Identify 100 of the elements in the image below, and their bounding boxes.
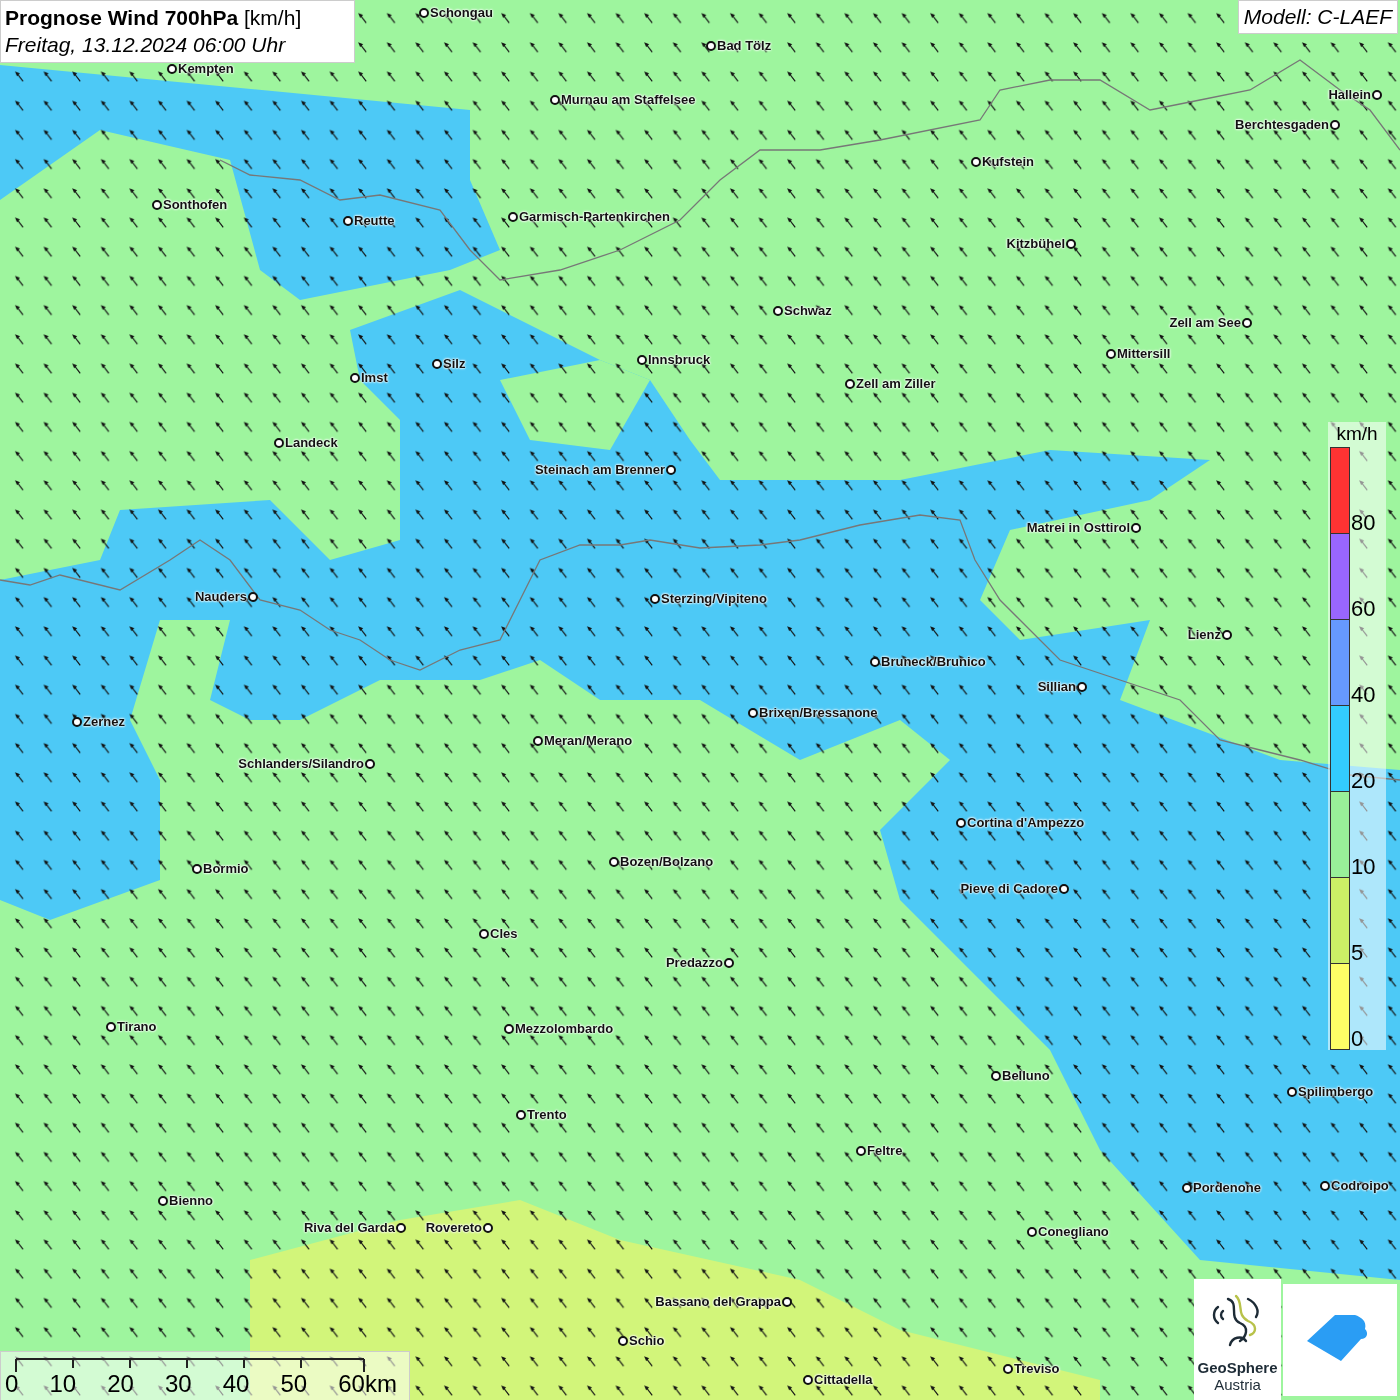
city-marker-icon bbox=[192, 863, 202, 874]
city-marker-icon bbox=[724, 957, 734, 968]
city-label: Spilimbergo bbox=[1298, 1084, 1374, 1099]
city-label: Berchtesgaden bbox=[1235, 117, 1329, 132]
city-label: Kufstein bbox=[982, 154, 1034, 169]
city-marker-icon bbox=[1027, 1226, 1037, 1237]
city-marker-icon bbox=[773, 305, 783, 316]
city-marker-icon bbox=[1242, 317, 1252, 328]
city-marker-icon bbox=[350, 372, 360, 383]
city-label: Sillian bbox=[1037, 679, 1076, 694]
city-label: Kempten bbox=[178, 61, 234, 76]
logo-name: GeoSphere bbox=[1197, 1359, 1278, 1376]
city-marker-icon bbox=[504, 1023, 514, 1034]
scale-label: 50 bbox=[280, 1372, 308, 1396]
legend-label: 80 bbox=[1351, 512, 1376, 534]
legend-label: 20 bbox=[1351, 770, 1376, 792]
city-label: Hallein bbox=[1328, 87, 1371, 102]
city-label: Reutte bbox=[354, 213, 395, 228]
city-label: Landeck bbox=[285, 435, 338, 450]
city-label: Schongau bbox=[430, 5, 493, 20]
city-label: Murnau am Staffelsee bbox=[561, 92, 696, 107]
legend-label: 5 bbox=[1351, 942, 1364, 964]
scale-label: 40 bbox=[222, 1372, 250, 1396]
city-label: Feltre bbox=[867, 1143, 903, 1158]
city-label: Cortina d'Ampezzo bbox=[967, 815, 1085, 830]
city-marker-icon bbox=[1320, 1180, 1330, 1191]
city-marker-icon bbox=[396, 1222, 406, 1233]
city-label: Riva del Garda bbox=[303, 1220, 395, 1235]
city-label: Kitzbühel bbox=[1006, 236, 1065, 251]
city-marker-icon bbox=[1330, 119, 1340, 130]
city-label: Matrei in Osttirol bbox=[1026, 520, 1130, 535]
city-marker-icon bbox=[1003, 1363, 1013, 1374]
scale-bar-icon bbox=[15, 1358, 365, 1374]
legend-label: 0 bbox=[1351, 1028, 1364, 1050]
city-marker-icon bbox=[106, 1021, 116, 1032]
city-marker-icon bbox=[618, 1335, 628, 1346]
city-marker-icon bbox=[432, 358, 442, 369]
city-marker-icon bbox=[483, 1222, 493, 1233]
city-marker-icon bbox=[508, 211, 518, 222]
city-label: Tirano bbox=[117, 1019, 157, 1034]
city-label: Imst bbox=[361, 370, 388, 385]
city-marker-icon bbox=[550, 94, 560, 105]
city-label: Lienz bbox=[1187, 627, 1221, 642]
city-marker-icon bbox=[666, 464, 676, 475]
scale-label: 20 bbox=[107, 1372, 134, 1396]
city-marker-icon bbox=[1182, 1182, 1192, 1193]
city-label: Cittadella bbox=[814, 1372, 873, 1387]
legend-label: 10 bbox=[1351, 856, 1376, 878]
city-label: Cles bbox=[490, 926, 518, 941]
city-marker-icon bbox=[609, 856, 619, 867]
city-marker-icon bbox=[365, 758, 375, 769]
city-marker-icon bbox=[248, 591, 258, 602]
city-marker-icon bbox=[706, 40, 716, 51]
city-label: Sterzing/Vipiteno bbox=[661, 591, 767, 606]
city-marker-icon bbox=[856, 1145, 866, 1156]
city-marker-icon bbox=[1131, 522, 1141, 533]
city-marker-icon bbox=[845, 378, 855, 389]
city-marker-icon bbox=[479, 928, 489, 939]
city-label: Treviso bbox=[1014, 1361, 1060, 1376]
city-label: Silz bbox=[443, 356, 466, 371]
city-marker-icon bbox=[1222, 629, 1232, 640]
city-marker-icon bbox=[419, 7, 429, 18]
city-label: Brixen/Bressanone bbox=[759, 705, 878, 720]
city-marker-icon bbox=[158, 1195, 168, 1206]
city-label: Innsbruck bbox=[648, 352, 711, 367]
forecast-date: Freitag, 13.12.2024 06:00 Uhr bbox=[5, 32, 287, 58]
city-label: Pordenone bbox=[1193, 1180, 1261, 1195]
city-marker-icon bbox=[1077, 681, 1087, 692]
city-label: Mezzolombardo bbox=[515, 1021, 614, 1036]
city-label: Sonthofen bbox=[163, 197, 228, 212]
logo-subtitle: Austria bbox=[1214, 1376, 1261, 1393]
city-marker-icon bbox=[782, 1296, 792, 1307]
city-label: Bienno bbox=[169, 1193, 214, 1208]
city-label: Bormio bbox=[203, 861, 249, 876]
city-marker-icon bbox=[1066, 238, 1076, 249]
scale-label: 30 bbox=[164, 1372, 192, 1396]
city-marker-icon bbox=[274, 437, 284, 448]
city-label: Conegliano bbox=[1038, 1224, 1109, 1239]
city-label: Steinach am Brenner bbox=[534, 462, 665, 477]
city-label: Trento bbox=[527, 1107, 567, 1122]
city-label: Rovereto bbox=[425, 1220, 482, 1235]
city-marker-icon bbox=[637, 354, 647, 365]
city-marker-icon bbox=[956, 817, 966, 828]
city-label: Bruneck/Brunico bbox=[881, 654, 986, 669]
city-label: Predazzo bbox=[665, 955, 723, 970]
city-marker-icon bbox=[870, 656, 880, 667]
city-label: Belluno bbox=[1002, 1068, 1050, 1083]
city-marker-icon bbox=[533, 735, 543, 746]
legend-label: 40 bbox=[1351, 684, 1376, 706]
city-marker-icon bbox=[1287, 1086, 1297, 1097]
city-marker-icon bbox=[343, 215, 353, 226]
scale-label: 0 bbox=[5, 1372, 19, 1396]
city-marker-icon bbox=[516, 1109, 526, 1120]
city-label: Bad Tölz bbox=[717, 38, 772, 53]
map-title: Prognose Wind 700hPa [km/h] bbox=[5, 5, 303, 31]
city-marker-icon bbox=[1059, 883, 1069, 894]
city-label: Meran/Merano bbox=[544, 733, 633, 748]
city-marker-icon bbox=[72, 716, 82, 727]
scale-label: 60km bbox=[338, 1372, 397, 1396]
city-label: Zell am Ziller bbox=[856, 376, 936, 391]
